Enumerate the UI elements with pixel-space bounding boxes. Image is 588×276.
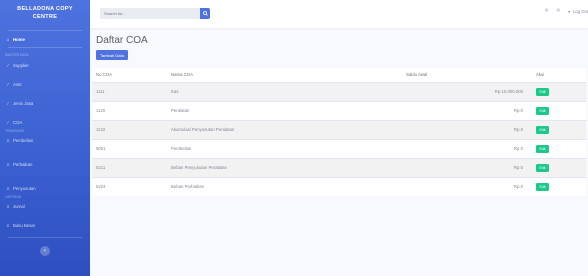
cell-no-coa: 5001 [92,138,167,158]
table-row: 5224 Beban Perbaikan Rp.0 Edit [92,176,586,196]
edit-button[interactable]: Edit [536,182,549,191]
alerts-button[interactable]: ■ [545,8,549,14]
search-form [100,8,210,19]
topbar: ■ ■ ▾ Log Out [90,0,588,28]
cell-nama-coa: Akumulasi Penyusutan Peralatan [167,119,402,139]
brand-line-2: CENTRE [32,14,58,20]
sidebar-item-supplier[interactable]: ⁄ Supplier [0,59,90,71]
sidebar-item-home[interactable]: ⌂ Home [0,33,90,45]
sidebar-item-perbaikan[interactable]: ≡ Perbaikan [0,158,90,170]
list-icon: ≡ [6,161,10,167]
cell-nama-coa: Beban Perbaikan [167,176,402,196]
sidebar-heading-master: Master Data [5,52,29,57]
sidebar-item-buku-besar[interactable]: ≡ Buku Besar [0,219,90,231]
brand-line-1: BELLADONA COPY [17,6,73,12]
sidebar-item-aset[interactable]: ⁄ Aset [0,78,90,90]
cell-saldo-awal: Rp.0 [402,157,532,177]
list-icon: ≡ [6,137,10,143]
page-title: Daftar COA [96,35,148,46]
edit-button[interactable]: Edit [536,144,549,153]
cell-no-coa: 5224 [92,176,167,196]
table-header-row: No COA Nama COA Saldo Awal Aksi [92,68,586,83]
table-row: 1120 Peralatan Rp.0 Edit [92,100,586,120]
cell-aksi: Edit [532,100,586,120]
sidebar-divider [8,47,82,48]
cell-aksi: Edit [532,138,586,158]
sidebar-item-label: Jurnal [13,203,25,209]
home-icon: ⌂ [6,36,10,42]
sidebar-item-jenis-jasa[interactable]: ⁄ Jenis Jasa [0,97,90,109]
edit-button[interactable]: Edit [536,87,549,96]
sidebar-item-coa[interactable]: ⁄ COA [0,116,90,128]
sidebar-divider [8,237,82,238]
messages-button[interactable]: ■ [556,8,560,14]
wrench-icon: ⁄ [7,81,9,87]
sidebar-item-label: Home [13,36,25,42]
bell-icon: ■ [544,8,549,14]
sidebar-item-label: COA [13,119,23,125]
table-row: 5211 Beban Penyusutan Peralatan Rp.0 Edi… [92,157,586,177]
cell-no-coa: 1111 [92,81,167,101]
cell-saldo-awal: Rp.10.000.000 [402,81,532,101]
main-content: Daftar COA Tambah Data No COA Nama COA S… [90,28,588,276]
cell-aksi: Edit [532,157,586,177]
search-button[interactable] [200,8,210,19]
cell-no-coa: 5211 [92,157,167,177]
sidebar-item-jurnal[interactable]: ≡ Jurnal [0,200,90,212]
sidebar-divider [8,30,82,31]
search-input[interactable] [100,8,200,19]
cell-saldo-awal: Rp.0 [402,119,532,139]
wrench-icon: ⁄ [7,119,9,125]
table-row: 5001 Pembelian Rp.0 Edit [92,138,586,158]
cell-aksi: Edit [532,81,586,101]
sidebar-item-label: Perbaikan [13,161,33,167]
cell-no-coa: 1120 [92,100,167,120]
edit-button[interactable]: Edit [536,125,549,134]
logout-link[interactable]: Log Out [573,9,588,14]
sidebar: BELLADONA COPY CENTRE ⌂ Home Master Data… [0,0,90,276]
add-data-button[interactable]: Tambah Data [96,50,128,60]
edit-button[interactable]: Edit [536,163,549,172]
column-header-no-coa: No COA [92,68,167,83]
coa-table: No COA Nama COA Saldo Awal Aksi 1111 Kas… [92,68,586,196]
table-row: 1122 Akumulasi Penyusutan Peralatan Rp.0… [92,119,586,139]
list-icon: ≡ [6,222,10,228]
sidebar-item-penyusutan[interactable]: ≡ Penyusutan [0,182,90,194]
cell-aksi: Edit [532,176,586,196]
cell-nama-coa: Beban Penyusutan Peralatan [167,157,402,177]
chevron-down-icon: ▾ [567,8,571,14]
wrench-icon: ⁄ [7,62,9,68]
wrench-icon: ⁄ [7,100,9,106]
edit-button[interactable]: Edit [536,106,549,115]
sidebar-item-pembelian[interactable]: ≡ Pembelian [0,134,90,146]
brand[interactable]: BELLADONA COPY CENTRE [0,0,90,28]
search-icon [202,11,208,16]
envelope-icon: ■ [556,8,560,14]
sidebar-item-label: Aset [13,81,22,87]
cell-nama-coa: Peralatan [167,100,402,120]
column-header-aksi: Aksi [532,68,586,83]
cell-saldo-awal: Rp.0 [402,176,532,196]
sidebar-item-label: Pembelian [13,137,34,143]
column-header-saldo-awal: Saldo Awal [402,68,532,83]
cell-nama-coa: Pembelian [167,138,402,158]
cell-saldo-awal: Rp.0 [402,138,532,158]
sidebar-item-label: Supplier [13,62,29,68]
table-row: 1111 Kas Rp.10.000.000 Edit [92,81,586,101]
column-header-nama-coa: Nama COA [167,68,402,83]
sidebar-item-label: Penyusutan [13,185,36,191]
cell-no-coa: 1122 [92,119,167,139]
cell-aksi: Edit [532,119,586,139]
list-icon: ≡ [6,203,10,209]
sidebar-toggle-button[interactable]: ‹ [40,246,50,256]
list-icon: ≡ [6,185,10,191]
sidebar-item-label: Buku Besar [13,222,36,228]
cell-nama-coa: Kas [167,81,402,101]
sidebar-item-label: Jenis Jasa [13,100,34,106]
topbar-actions: ■ ■ ▾ Log Out [545,8,588,14]
cell-saldo-awal: Rp.0 [402,100,532,120]
